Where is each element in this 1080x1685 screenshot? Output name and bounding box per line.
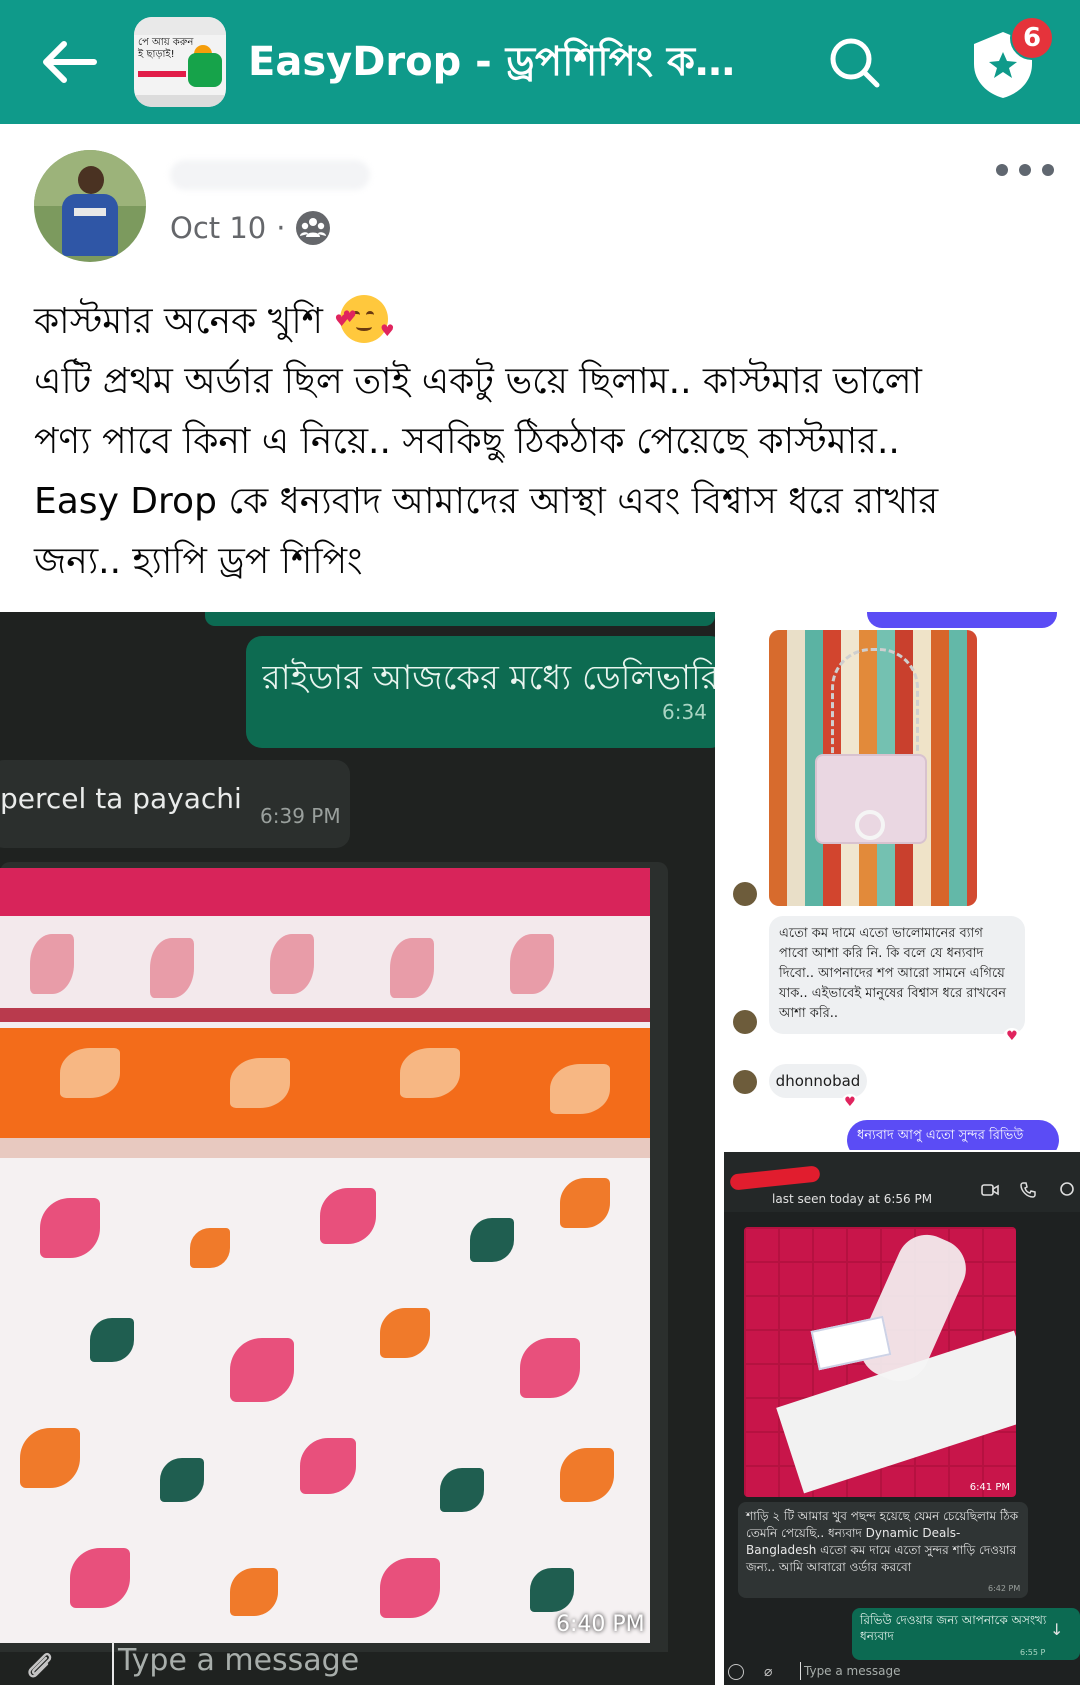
review-time: 6:42 PM (988, 1584, 1021, 1593)
reply-message: dhonnobad (769, 1064, 867, 1098)
chat-input-bar (724, 1660, 1080, 1685)
post-meta: Oct 10 · (170, 206, 331, 250)
more-horizontal-icon (996, 164, 1008, 176)
image-timestamp: 6:41 PM (969, 1482, 1010, 1493)
post-line-2: এটি প্রথম অর্ডার ছিল তাই একটু ভয়ে ছিলাম… (34, 361, 922, 402)
text-caret (800, 1662, 801, 1680)
group-audience-icon (296, 211, 331, 245)
scroll-down-icon: ↓ (1050, 1620, 1064, 1639)
photo-whatsapp-sarees[interactable]: last seen today at 6:56 PM 6:41 PM শাড়ি… (724, 1152, 1080, 1685)
message-input-placeholder: Type a message (118, 1643, 360, 1678)
paperclip-icon (28, 1652, 52, 1678)
chat-incoming-text: percel ta payachi (0, 782, 242, 815)
review-message: এতো কম দামে এতো ভালোমানের ব্যাগ পাবো আশা… (769, 916, 1025, 1034)
post-date[interactable]: Oct 10 (170, 211, 266, 245)
bag-image (769, 630, 977, 906)
chat-incoming-time: 6:39 PM (260, 804, 341, 828)
outgoing-message: ধন্যবাদ আপু এতো সুন্দর রিভিউ (847, 1120, 1059, 1150)
search-icon (830, 38, 880, 88)
meta-separator: · (276, 211, 286, 245)
post-photo-grid: রাইডার আজকের মধ্যে ডেলিভারি দি 6:34 P pe… (0, 612, 1080, 1685)
arrow-left-icon (43, 41, 97, 83)
post-line-5: জন্য.. হ্যাপি ড্রপ শিপিং (34, 541, 363, 582)
heart-reaction-icon: ♥ (1003, 1028, 1021, 1046)
paperclip-icon: ⌀ (764, 1664, 773, 1680)
phone-icon (1020, 1182, 1036, 1198)
post-line-4: Easy Drop কে ধন্যবাদ আমাদের আস্থা এবং বি… (34, 481, 939, 522)
photo-messenger-bag[interactable]: এতো কম দামে এতো ভালোমানের ব্যাগ পাবো আশা… (719, 612, 1080, 1150)
last-seen-status: last seen today at 6:56 PM (772, 1192, 933, 1206)
post-options-button[interactable] (990, 152, 1060, 188)
message-input-placeholder: Type a message (804, 1664, 901, 1678)
emoji-icon (728, 1664, 744, 1680)
back-button[interactable] (30, 28, 106, 96)
post-line-1: কাস্টমার অনেক খুশি (34, 301, 323, 342)
group-title[interactable]: EasyDrop - ড্রপশিপিং করে... (248, 36, 768, 88)
outgoing-time: 6:55 P (1020, 1648, 1046, 1657)
chat-outgoing-time: 6:34 P (662, 700, 715, 724)
author-name-redacted[interactable] (170, 160, 370, 190)
author-avatar[interactable] (34, 150, 146, 262)
photo-whatsapp-saree[interactable]: রাইডার আজকের মধ্যে ডেলিভারি দি 6:34 P pe… (0, 612, 715, 1685)
smiling-face-with-hearts-icon: ♥ ♥ ♥ (334, 295, 394, 343)
post-line-3: পণ্য পাবে কিনা এ নিয়ে.. সবকিছু ঠিকঠাক প… (34, 421, 900, 462)
search-button[interactable] (822, 30, 888, 96)
app-bar: পে আয় করুন ই ছাড়াই! EasyDrop - ড্রপশিপ… (0, 0, 1080, 124)
post-body: কাস্টমার অনেক খুশি ♥ ♥ ♥ এটি প্রথম অর্ডা… (34, 292, 1054, 592)
chat-outgoing-text: রাইডার আজকের মধ্যে ডেলিভারি দি (262, 658, 715, 698)
image-timestamp: 6:40 PM (556, 1612, 645, 1637)
group-avatar-text: পে আয় করুন ই ছাড়াই! (138, 37, 194, 60)
search-icon (1060, 1182, 1074, 1196)
review-message: শাড়ি ২ টি আমার খুব পছন্দ হয়েছে যেমন চে… (738, 1502, 1028, 1598)
heart-reaction-icon: ♥ (841, 1094, 859, 1112)
outgoing-message: রিভিউ দেওয়ার জন্য আপনাকে অসংখ্য ধন্যবাদ (852, 1608, 1080, 1660)
saree-image (0, 868, 650, 1643)
sarees-image: 6:41 PM (744, 1227, 1016, 1497)
group-avatar[interactable]: পে আয় করুন ই ছাড়াই! (134, 17, 226, 107)
text-caret (112, 1642, 114, 1685)
notification-badge: 6 (1010, 16, 1054, 60)
video-call-icon (981, 1184, 999, 1196)
